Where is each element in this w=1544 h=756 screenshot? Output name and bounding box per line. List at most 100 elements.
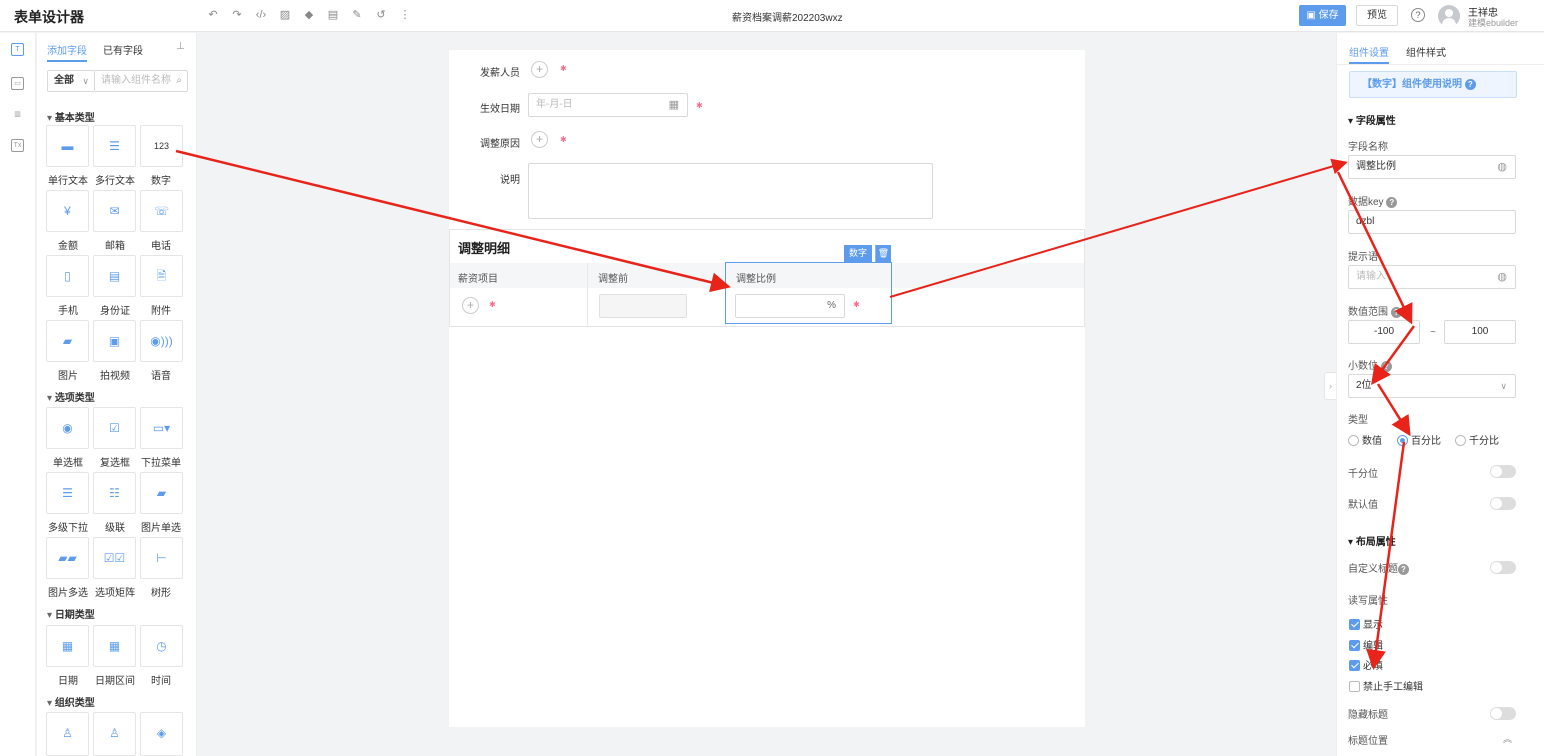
thousands-toggle[interactable] <box>1490 465 1516 478</box>
tile-radio[interactable]: ◉ <box>46 407 89 449</box>
redo-icon[interactable]: ↷ <box>230 8 244 22</box>
radio-permille[interactable]: 千分比 <box>1455 432 1499 447</box>
tile-number[interactable]: 123 <box>140 125 183 167</box>
tile-attachment[interactable]: 🗎 <box>140 255 183 297</box>
category-filter-select[interactable]: 全部 ∨ <box>47 70 95 92</box>
delete-icon[interactable]: 🗑 <box>875 245 891 262</box>
radio-percent[interactable]: 百分比 <box>1397 432 1441 447</box>
tile-image[interactable]: ▰ <box>46 320 89 362</box>
tile-cascade[interactable]: ☷ <box>93 472 136 514</box>
tile-date-range[interactable]: ▦ <box>93 625 136 667</box>
add-payer-button[interactable]: + <box>531 61 548 78</box>
save-template-icon[interactable]: ▤ <box>326 8 340 22</box>
text-style-icon[interactable]: Tx <box>11 139 24 152</box>
pin-icon[interactable]: ⊥ <box>176 41 185 52</box>
hide-title-toggle[interactable] <box>1490 707 1516 720</box>
more-icon[interactable]: ⋮ <box>398 8 412 22</box>
save-button[interactable]: ▣ 保存 <box>1299 5 1346 26</box>
preview-button[interactable]: 预览 <box>1356 5 1398 26</box>
tile-mobile[interactable]: ▯ <box>46 255 89 297</box>
tab-add-field[interactable]: 添加字段 <box>47 42 87 57</box>
tile-subcompany[interactable]: ◈ <box>140 712 183 756</box>
data-key-input[interactable]: dzbl <box>1348 210 1516 234</box>
checkbox-no-manual-edit[interactable]: 禁止手工编辑 <box>1349 678 1423 693</box>
tile-video[interactable]: ▣ <box>93 320 136 362</box>
form-canvas[interactable] <box>449 50 1085 727</box>
tile-label: 图片多选 <box>48 588 88 599</box>
checkbox-required[interactable]: 必填 <box>1349 657 1383 672</box>
usage-guide-link[interactable]: 【数字】组件使用说明 ? <box>1349 71 1517 98</box>
section-field-props[interactable]: 字段属性 <box>1348 112 1396 127</box>
help-icon[interactable]: ? <box>1390 306 1402 318</box>
chart-icon[interactable]: ▥ <box>11 109 24 122</box>
tile-multi-dropdown[interactable]: ☰ <box>46 472 89 514</box>
range-max-input[interactable]: 100 <box>1444 320 1516 344</box>
text-field-icon[interactable]: T <box>11 43 24 56</box>
checkbox-edit[interactable]: 编辑 <box>1349 637 1383 652</box>
radio-numeric[interactable]: 数值 <box>1348 432 1382 447</box>
avatar[interactable] <box>1438 5 1460 27</box>
note-textarea[interactable] <box>528 163 933 219</box>
tile-department[interactable]: ♙ <box>93 712 136 756</box>
tile-checkbox[interactable]: ☑ <box>93 407 136 449</box>
tile-date[interactable]: ▦ <box>46 625 89 667</box>
tab-component-style[interactable]: 组件样式 <box>1406 44 1446 59</box>
effective-date-input[interactable]: 年-月-日 ▦ <box>528 93 688 117</box>
tile-time[interactable]: ◷ <box>140 625 183 667</box>
tile-id-card[interactable]: ▤ <box>93 255 136 297</box>
default-value-toggle[interactable] <box>1490 497 1516 510</box>
field-name-input[interactable]: 调整比例 ◍ <box>1348 155 1516 179</box>
tile-single-line-text[interactable]: ▬ <box>46 125 89 167</box>
tile-phone[interactable]: ☏ <box>140 190 183 232</box>
custom-title-label: 自定义标题? <box>1348 560 1409 575</box>
tile-tree[interactable]: ⊢ <box>140 537 183 579</box>
category-options[interactable]: 选项类型 <box>47 389 95 404</box>
collapse-panel-handle[interactable]: › <box>1324 372 1336 400</box>
code-icon[interactable]: ‹/› <box>254 8 268 22</box>
add-reason-button[interactable]: + <box>531 131 548 148</box>
range-min-input[interactable]: -100 <box>1348 320 1420 344</box>
tile-option-matrix[interactable]: ☑☑ <box>93 537 136 579</box>
video-icon: ▣ <box>108 334 121 348</box>
category-dates[interactable]: 日期类型 <box>47 606 95 621</box>
help-icon[interactable]: ? <box>1386 196 1398 208</box>
help-icon[interactable]: ? <box>1411 8 1425 22</box>
globe-icon[interactable]: ◍ <box>1497 156 1507 178</box>
hint-input[interactable]: 请输入 ◍ <box>1348 265 1516 289</box>
layout-icon[interactable]: ▭ <box>11 77 24 90</box>
globe-icon[interactable]: ◍ <box>1497 266 1507 288</box>
field-label-effective-date: 生效日期 <box>480 104 520 115</box>
tile-image-radio[interactable]: ▰ <box>140 472 183 514</box>
left-rail: T ▭ ▥ Tx <box>0 33 36 756</box>
tile-dropdown[interactable]: ▭▾ <box>140 407 183 449</box>
section-layout-props[interactable]: 布局属性 <box>1348 533 1396 548</box>
edit-icon[interactable]: ✎ <box>350 8 364 22</box>
image-icon[interactable]: ▨ <box>278 8 292 22</box>
app-header: 表单设计器 ↶ ↷ ‹/› ▨ ◆ ▤ ✎ ↺ ⋮ 薪资档案调薪202203wx… <box>0 0 1544 32</box>
tab-existing-field[interactable]: 已有字段 <box>103 42 143 57</box>
tile-email[interactable]: ✉ <box>93 190 136 232</box>
checkbox-show[interactable]: 显示 <box>1349 616 1383 631</box>
decimal-select[interactable]: 2位 ∨ <box>1348 374 1516 398</box>
tile-voice[interactable]: ◉))) <box>140 320 183 362</box>
range-label: 数值范围 ? <box>1348 303 1402 318</box>
history-icon[interactable]: ↺ <box>374 8 388 22</box>
category-organization[interactable]: 组织类型 <box>47 694 95 709</box>
cascade-icon: ☷ <box>109 486 120 500</box>
undo-icon[interactable]: ↶ <box>206 8 220 22</box>
help-icon[interactable]: ? <box>1380 360 1392 372</box>
component-search-input[interactable]: 请输入组件名称 ⌕ <box>95 70 188 92</box>
tile-label: 金额 <box>58 241 78 252</box>
tile-multi-line-text[interactable]: ☰ <box>93 125 136 167</box>
tile-image-multi[interactable]: ▰▰ <box>46 537 89 579</box>
tab-component-settings[interactable]: 组件设置 <box>1349 44 1389 59</box>
tile-person[interactable]: ♙ <box>46 712 89 756</box>
layers-icon[interactable]: ◆ <box>302 8 316 22</box>
custom-title-toggle[interactable] <box>1490 561 1516 574</box>
help-icon[interactable]: ? <box>1398 563 1409 575</box>
tile-amount[interactable]: ¥ <box>46 190 89 232</box>
category-basic[interactable]: 基本类型 <box>47 109 95 124</box>
add-salary-item-button[interactable]: + <box>462 297 479 314</box>
double-chevron-up-icon[interactable]: ︽ <box>1503 732 1512 745</box>
adjust-ratio-input[interactable]: % <box>735 294 845 318</box>
